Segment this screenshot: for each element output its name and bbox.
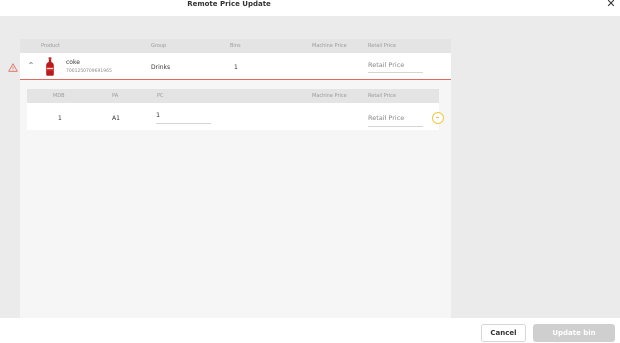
retail-price-input[interactable]: [368, 57, 423, 73]
price-table: Product Group Bins Machine Price Retail …: [20, 39, 451, 318]
col-pa: PA: [112, 93, 119, 99]
product-name: coke: [66, 59, 80, 66]
remove-bin-icon[interactable]: [432, 112, 444, 124]
product-row[interactable]: ^ coke 7001250709691965 Drinks 1: [20, 53, 451, 80]
col-retail-price: Retail Price: [368, 43, 396, 49]
bin-pa: A1: [112, 115, 120, 122]
modal-header: Remote Price Update ✕: [0, 0, 620, 16]
modal-footer: [0, 318, 620, 343]
col-product: Product: [41, 43, 60, 49]
bin-row: 1 A1: [27, 103, 439, 130]
product-code: 7001250709691965: [66, 69, 112, 74]
product-bins: 1: [234, 64, 238, 71]
col-machine-price: Machine Price: [312, 43, 347, 49]
col-retail-price: Retail Price: [368, 93, 396, 99]
col-mdb: MDB: [53, 93, 65, 99]
product-group: Drinks: [151, 64, 171, 71]
col-bins: Bins: [230, 43, 241, 49]
col-pc: PC: [157, 93, 164, 99]
bin-table-header: MDB PA PC Machine Price Retail Price: [27, 89, 439, 103]
col-group: Group: [151, 43, 167, 49]
modal-title: Remote Price Update: [187, 0, 271, 8]
update-bin-button[interactable]: Update bin: [533, 324, 615, 342]
table-header: Product Group Bins Machine Price Retail …: [20, 39, 451, 53]
cancel-button[interactable]: Cancel: [481, 324, 526, 342]
warning-icon: [8, 63, 18, 72]
product-thumbnail: [46, 57, 54, 76]
col-machine-price: Machine Price: [312, 93, 347, 99]
chevron-up-icon[interactable]: ^: [27, 62, 35, 70]
pc-input[interactable]: [156, 107, 211, 124]
bin-mdb: 1: [58, 115, 62, 122]
bin-retail-price-input[interactable]: [368, 110, 423, 127]
close-icon[interactable]: ✕: [605, 0, 617, 11]
